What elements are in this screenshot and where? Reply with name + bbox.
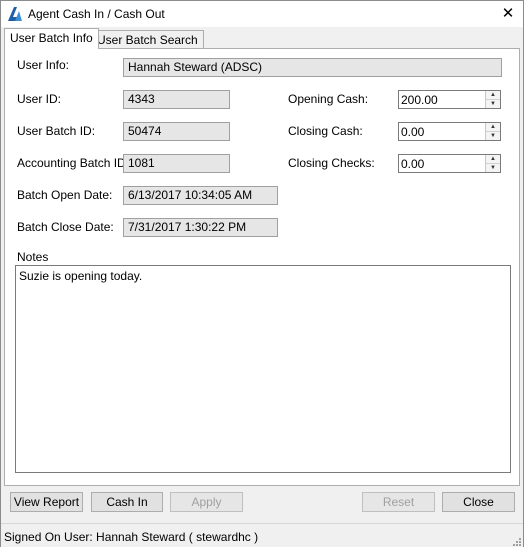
user-batch-id-field: 50474 bbox=[123, 122, 230, 141]
closing-checks-input[interactable] bbox=[399, 155, 485, 172]
batch-open-date-field: 6/13/2017 10:34:05 AM bbox=[123, 186, 278, 205]
spin-down-icon[interactable]: ▼ bbox=[486, 164, 500, 172]
user-batch-info-panel: User Info: Hannah Steward (ADSC) User ID… bbox=[4, 48, 520, 486]
batch-close-date-field: 7/31/2017 1:30:22 PM bbox=[123, 218, 278, 237]
closing-checks-label: Closing Checks: bbox=[288, 156, 375, 170]
user-id-field: 4343 bbox=[123, 90, 230, 109]
user-info-field: Hannah Steward (ADSC) bbox=[123, 58, 502, 77]
opening-cash-spin-buttons[interactable]: ▲ ▼ bbox=[485, 91, 500, 108]
accounting-batch-id-field: 1081 bbox=[123, 154, 230, 173]
opening-cash-label: Opening Cash: bbox=[288, 92, 369, 106]
user-info-label: User Info: bbox=[17, 58, 70, 72]
spin-up-icon[interactable]: ▲ bbox=[486, 155, 500, 164]
resize-grip-icon[interactable] bbox=[511, 535, 521, 546]
notes-textarea[interactable]: Suzie is opening today. bbox=[15, 265, 511, 473]
notes-label: Notes bbox=[17, 250, 49, 264]
closing-checks-stepper[interactable]: ▲ ▼ bbox=[398, 154, 501, 173]
closing-cash-stepper[interactable]: ▲ ▼ bbox=[398, 122, 501, 141]
batch-close-date-label: Batch Close Date: bbox=[17, 220, 114, 234]
spin-up-icon[interactable]: ▲ bbox=[486, 91, 500, 100]
closing-cash-input[interactable] bbox=[399, 123, 485, 140]
opening-cash-input[interactable] bbox=[399, 91, 485, 108]
batch-open-date-label: Batch Open Date: bbox=[17, 188, 113, 202]
apply-button[interactable]: Apply bbox=[170, 492, 243, 512]
close-window-button[interactable]: ✕ bbox=[493, 1, 523, 27]
spin-down-icon[interactable]: ▼ bbox=[486, 132, 500, 140]
opening-cash-stepper[interactable]: ▲ ▼ bbox=[398, 90, 501, 109]
close-button[interactable]: Close bbox=[442, 492, 515, 512]
window-title: Agent Cash In / Cash Out bbox=[28, 7, 165, 21]
tab-user-batch-search[interactable]: User Batch Search bbox=[91, 30, 204, 49]
agent-cash-window: Agent Cash In / Cash Out ✕ User Batch In… bbox=[0, 0, 524, 547]
status-bar: Signed On User: Hannah Steward ( steward… bbox=[1, 523, 523, 547]
closing-cash-spin-buttons[interactable]: ▲ ▼ bbox=[485, 123, 500, 140]
title-bar[interactable]: Agent Cash In / Cash Out ✕ bbox=[1, 1, 523, 27]
accounting-batch-id-label: Accounting Batch ID: bbox=[17, 156, 130, 170]
user-id-label: User ID: bbox=[17, 92, 62, 106]
reset-button[interactable]: Reset bbox=[362, 492, 435, 512]
app-logo-icon bbox=[7, 6, 23, 22]
spin-down-icon[interactable]: ▼ bbox=[486, 100, 500, 108]
view-report-button[interactable]: View Report bbox=[10, 492, 83, 512]
tab-user-batch-info[interactable]: User Batch Info bbox=[4, 28, 99, 49]
user-batch-id-label: User Batch ID: bbox=[17, 124, 96, 138]
signed-on-user-status: Signed On User: Hannah Steward ( steward… bbox=[4, 530, 259, 544]
closing-cash-label: Closing Cash: bbox=[288, 124, 363, 138]
closing-checks-spin-buttons[interactable]: ▲ ▼ bbox=[485, 155, 500, 172]
spin-up-icon[interactable]: ▲ bbox=[486, 123, 500, 132]
cash-in-button[interactable]: Cash In bbox=[91, 492, 163, 512]
